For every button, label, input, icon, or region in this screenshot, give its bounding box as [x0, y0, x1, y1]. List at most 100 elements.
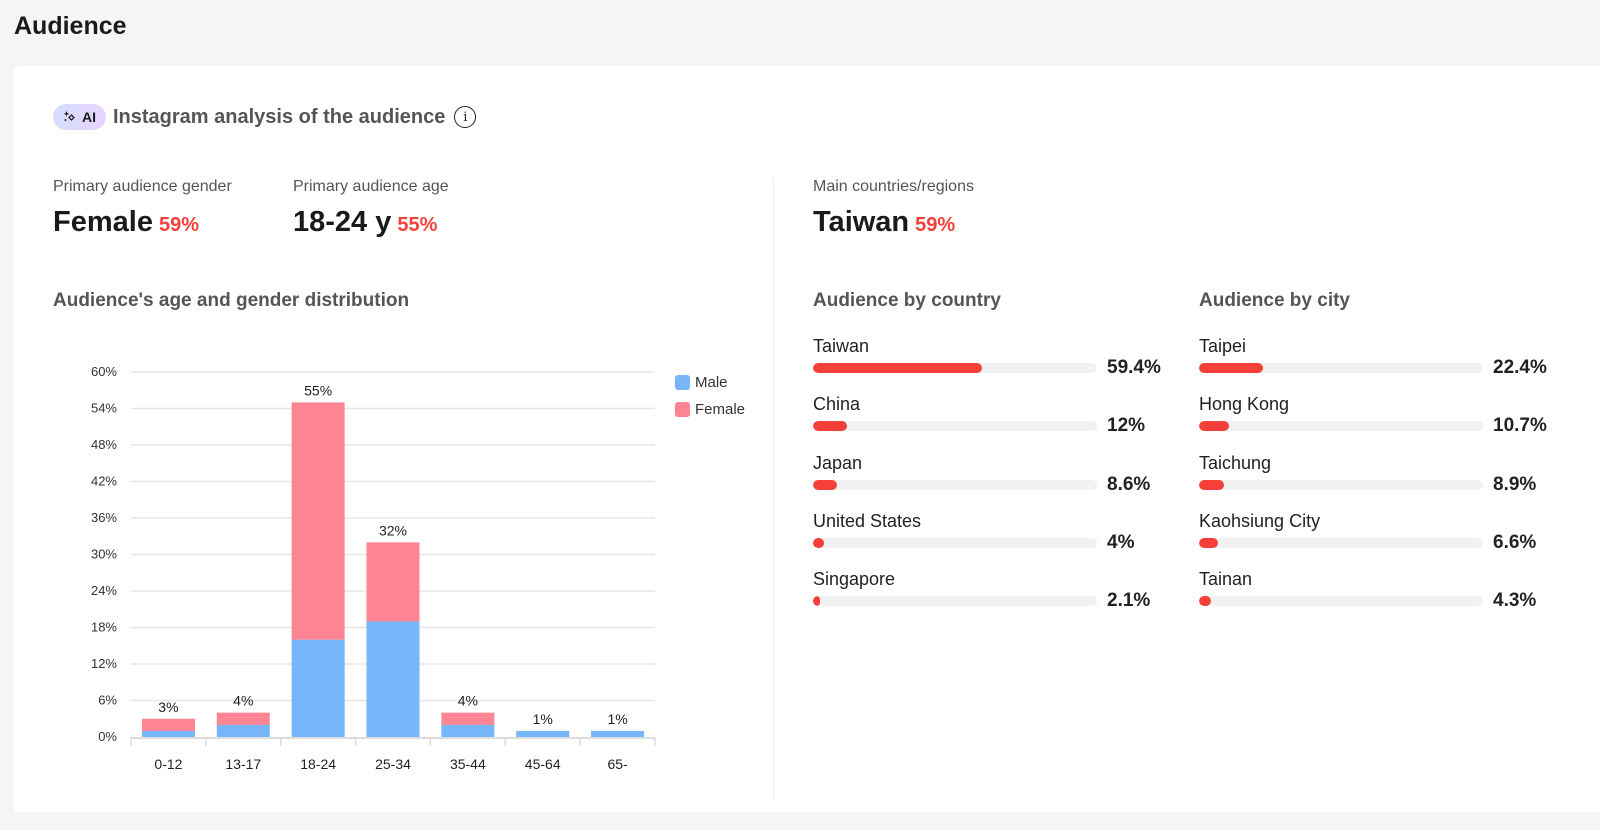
country-item: Taiwan 59.4% [813, 336, 1193, 394]
country-percent: 59.4% [1107, 357, 1161, 378]
age-gender-title: Audience's age and gender distribution [53, 290, 410, 311]
stat-percent: 55% [397, 214, 438, 236]
stat-label: Main countries/regions [813, 178, 974, 195]
city-percent: 4.3% [1493, 590, 1537, 612]
audience-card: AI Instagram analysis of the audience i … [14, 66, 1600, 812]
stat-value: 18-24 y [293, 206, 392, 238]
bar-total-label: 4% [458, 693, 478, 709]
stat-primary-gender: Primary audience gender Female 59% [53, 178, 232, 239]
stat-value: Female [53, 206, 153, 238]
stat-value: Taiwan [813, 206, 910, 238]
sparkle-icon [63, 111, 75, 121]
y-tick-label: 24% [91, 583, 117, 598]
x-tick-label: 18-24 [300, 756, 336, 772]
y-tick-label: 42% [91, 474, 117, 489]
stat-primary-age: Primary audience age 18-24 y 55% [293, 178, 449, 239]
country-progress-bar [813, 421, 1097, 432]
y-tick-label: 48% [91, 437, 117, 452]
progress-fill [1199, 421, 1230, 432]
country-item: China 12% [813, 394, 1193, 452]
bar-male-25-34[interactable] [366, 621, 420, 737]
y-tick-label: 0% [98, 729, 117, 744]
legend-item-male[interactable]: Male [675, 369, 745, 396]
chart-legend: Male Female [675, 369, 745, 423]
country-progress-bar [813, 363, 1097, 373]
by-country-title: Audience by country [813, 290, 1001, 311]
country-percent: 4% [1107, 531, 1135, 553]
bar-female-18-24[interactable] [291, 402, 345, 640]
y-tick-label: 30% [91, 547, 117, 562]
bar-female-13-17[interactable] [216, 712, 270, 725]
legend-label: Female [695, 401, 746, 418]
city-progress-bar [1199, 421, 1483, 432]
y-tick-label: 54% [91, 401, 117, 416]
y-tick-label: 12% [91, 656, 117, 671]
x-tick-label: 13-17 [225, 756, 261, 772]
x-tick-label: 45-64 [525, 756, 561, 772]
country-progress-bar [813, 537, 1097, 548]
bar-male-35-44[interactable] [441, 724, 495, 737]
country-name: Japan [813, 452, 863, 473]
city-list: Taipei 22.4% Hong Kong 10.7% Taichung 8.9% Kao… [1199, 336, 1579, 627]
city-progress-bar [1199, 363, 1483, 373]
bar-male-45-64[interactable] [516, 730, 570, 737]
country-list: Taiwan 59.4% China 12% Japan 8.6% United State… [813, 336, 1193, 627]
info-icon[interactable]: i [454, 106, 477, 128]
bar-male-65-[interactable] [591, 730, 645, 737]
column-divider [773, 178, 774, 800]
progress-fill [813, 363, 982, 373]
bar-total-label: 1% [607, 711, 627, 727]
stat-main-country: Main countries/regions Taiwan 59% [813, 178, 974, 239]
y-tick-label: 60% [91, 364, 117, 379]
bar-male-13-17[interactable] [216, 724, 270, 737]
progress-fill [1199, 537, 1218, 548]
bar-female-25-34[interactable] [366, 542, 420, 622]
analysis-header: AI Instagram analysis of the audience i [53, 104, 477, 130]
by-city-title: Audience by city [1199, 290, 1350, 311]
city-progress-bar [1199, 596, 1483, 607]
stat-label: Primary audience gender [53, 178, 232, 195]
legend-swatch-female [675, 402, 690, 417]
city-item: Taichung 8.9% [1199, 453, 1579, 511]
stat-percent: 59% [915, 214, 956, 236]
page-title: Audience [14, 12, 127, 40]
country-name: Taiwan [813, 336, 870, 356]
analysis-title: Instagram analysis of the audience [113, 105, 446, 128]
y-tick-label: 36% [91, 510, 117, 525]
bar-male-0-12[interactable] [141, 730, 195, 737]
city-name: Taipei [1199, 336, 1247, 356]
city-name: Tainan [1199, 569, 1253, 590]
progress-fill [813, 421, 848, 432]
stat-label: Primary audience age [293, 178, 449, 195]
bar-total-label: 1% [533, 711, 553, 727]
bar-female-0-12[interactable] [141, 718, 195, 731]
x-tick-label: 0-12 [154, 756, 182, 772]
bar-female-35-44[interactable] [441, 712, 495, 725]
country-progress-bar [813, 596, 1097, 607]
city-percent: 6.6% [1493, 531, 1537, 553]
country-name: China [813, 394, 861, 415]
city-progress-bar [1199, 479, 1483, 490]
bar-total-label: 32% [379, 522, 407, 538]
legend-label: Male [695, 374, 728, 391]
country-item: United States 4% [813, 511, 1193, 569]
city-item: Taipei 22.4% [1199, 336, 1579, 394]
progress-fill [813, 537, 825, 548]
city-name: Taichung [1199, 452, 1272, 473]
y-tick-label: 6% [98, 693, 117, 708]
x-tick-label: 65- [607, 756, 628, 772]
city-item: Kaohsiung City 6.6% [1199, 511, 1579, 569]
legend-swatch-male [675, 375, 690, 390]
city-progress-bar [1199, 537, 1483, 548]
country-item: Singapore 2.1% [813, 569, 1193, 627]
progress-fill [1199, 596, 1212, 607]
age-gender-chart: 0% 6% 12% 18% 24% 30% 36% 42% 48% 54% 60% 3% 0-12 4% 1… [91, 364, 656, 772]
country-item: Japan 8.6% [813, 453, 1193, 511]
city-name: Kaohsiung City [1199, 510, 1321, 531]
city-item: Tainan 4.3% [1199, 569, 1579, 627]
bar-male-18-24[interactable] [291, 639, 345, 737]
country-name: United States [813, 510, 922, 531]
legend-item-female[interactable]: Female [675, 396, 745, 423]
country-percent: 2.1% [1107, 590, 1151, 612]
country-percent: 12% [1107, 415, 1146, 437]
